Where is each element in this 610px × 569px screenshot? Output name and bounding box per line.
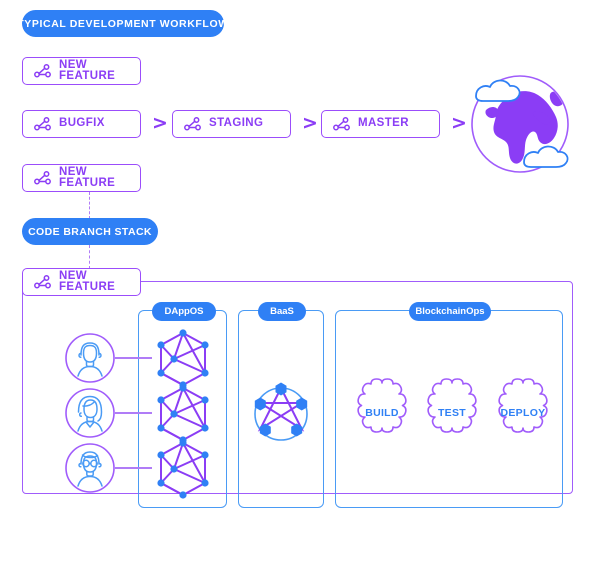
user-avatar-icon[interactable] [64, 387, 116, 439]
arrow-chevron-3: > [451, 112, 467, 134]
section-label-blockchainops: BlockchainOps [409, 302, 491, 321]
globe-with-clouds-icon [471, 75, 569, 173]
branch-box-bugfix[interactable]: BUGFIX [22, 110, 141, 138]
git-branch-icon [34, 64, 51, 78]
pentagon-network-icon [254, 382, 308, 441]
gear-icon: DEPLOY [498, 378, 548, 433]
section-label-baas: BaaS [258, 302, 306, 321]
git-branch-icon [34, 275, 51, 289]
gear-label: BUILD [365, 407, 399, 419]
user-avatar-icon[interactable] [64, 442, 116, 494]
branch-box-new-feature-2[interactable]: NEW FEATURE [22, 164, 141, 192]
branch-label: STAGING [209, 117, 264, 130]
arrow-chevron-2: > [302, 112, 318, 134]
mesh-network-icon [157, 384, 209, 444]
arrow-chevron-1: > [152, 112, 168, 134]
dashed-connector-bottom [89, 245, 90, 269]
connector-user-3 [115, 467, 152, 469]
branch-box-master[interactable]: MASTER [321, 110, 440, 138]
branch-label: MASTER [358, 117, 409, 130]
gear-label: DEPLOY [501, 407, 546, 419]
title-badge: TYPICAL DEVELOPMENT WORKFLOW [17, 10, 228, 37]
gear-icon: BUILD [357, 378, 407, 433]
dashed-connector-top [89, 192, 90, 219]
branch-box-new-feature-stack[interactable]: NEW FEATURE [22, 268, 141, 296]
gear-icon: TEST [427, 378, 477, 433]
branch-label: NEW FEATURE [59, 165, 116, 189]
user-avatar-icon[interactable] [64, 332, 116, 384]
branch-label: BUGFIX [59, 117, 105, 130]
mesh-network-icon [157, 439, 209, 499]
branch-box-new-feature-1[interactable]: NEW FEATURE [22, 57, 141, 85]
gear-label: TEST [438, 407, 466, 419]
section-label-dappos: DAppOS [152, 302, 216, 321]
branch-box-staging[interactable]: STAGING [172, 110, 291, 138]
branch-label: NEW FEATURE [59, 58, 116, 82]
connector-user-1 [115, 357, 152, 359]
code-branch-stack-badge: CODE BRANCH STACK [22, 218, 158, 245]
connector-user-2 [115, 412, 152, 414]
git-branch-icon [34, 171, 51, 185]
git-branch-icon [184, 117, 201, 131]
branch-label: NEW FEATURE [59, 269, 116, 293]
diagram-canvas: TYPICAL DEVELOPMENT WORKFLOW NEW FEATURE… [0, 0, 610, 569]
mesh-network-icon [157, 329, 209, 389]
git-branch-icon [34, 117, 51, 131]
git-branch-icon [333, 117, 350, 131]
